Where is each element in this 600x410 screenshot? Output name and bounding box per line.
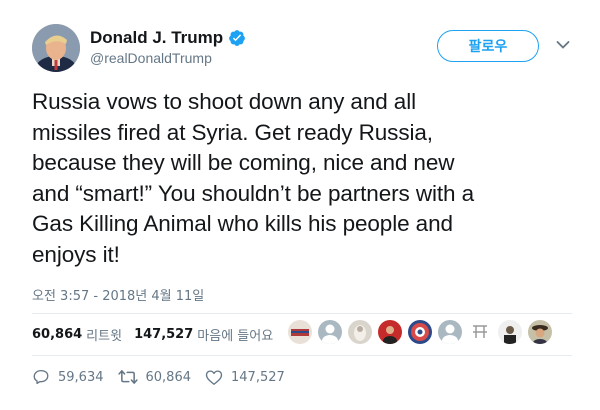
retweet-icon [117, 370, 138, 384]
retweet-action-count: 60,864 [145, 369, 192, 385]
liker-avatar[interactable] [348, 320, 372, 344]
user-name[interactable]: Donald J. Trump [90, 28, 223, 48]
liker-avatar[interactable] [438, 320, 462, 344]
tweet-card: Donald J. Trump @realDonaldTrump 팔로우 Rus… [0, 0, 600, 410]
reply-count: 59,634 [58, 369, 104, 385]
divider [32, 355, 572, 356]
liker-avatar[interactable] [528, 320, 552, 344]
retweet-count[interactable]: 60,864 [32, 327, 82, 342]
liker-avatar[interactable] [468, 320, 492, 344]
liker-avatar[interactable] [408, 320, 432, 344]
like-action-count: 147,527 [231, 369, 285, 385]
tweet-actions: 59,634 60,864 147,527 [32, 368, 299, 386]
profile-avatar[interactable] [32, 24, 80, 72]
user-handle[interactable]: @realDonaldTrump [90, 50, 212, 66]
divider [32, 313, 572, 314]
liker-avatar[interactable] [498, 320, 522, 344]
like-button[interactable]: 147,527 [205, 369, 285, 386]
retweet-button[interactable]: 60,864 [117, 368, 192, 386]
liker-avatars [288, 320, 558, 344]
tweet-stats: 60,864 리트윗 147,527 마음에 들어요 [32, 325, 285, 344]
retweet-label[interactable]: 리트윗 [86, 325, 122, 344]
tweet-timestamp[interactable]: 오전 3:57 - 2018년 4월 11일 [32, 285, 204, 304]
liker-avatar[interactable] [288, 320, 312, 344]
like-count[interactable]: 147,527 [134, 327, 193, 342]
verified-badge-icon [229, 30, 246, 46]
reply-button[interactable]: 59,634 [32, 368, 104, 386]
user-name-row[interactable]: Donald J. Trump [90, 28, 246, 48]
tweet-text: Russia vows to shoot down any and all mi… [32, 89, 475, 267]
heart-icon [205, 369, 223, 385]
reply-icon [33, 369, 49, 385]
liker-avatar[interactable] [378, 320, 402, 344]
chevron-down-icon[interactable] [556, 40, 570, 50]
like-label[interactable]: 마음에 들어요 [197, 325, 273, 344]
liker-avatar[interactable] [318, 320, 342, 344]
follow-button[interactable]: 팔로우 [437, 30, 539, 62]
